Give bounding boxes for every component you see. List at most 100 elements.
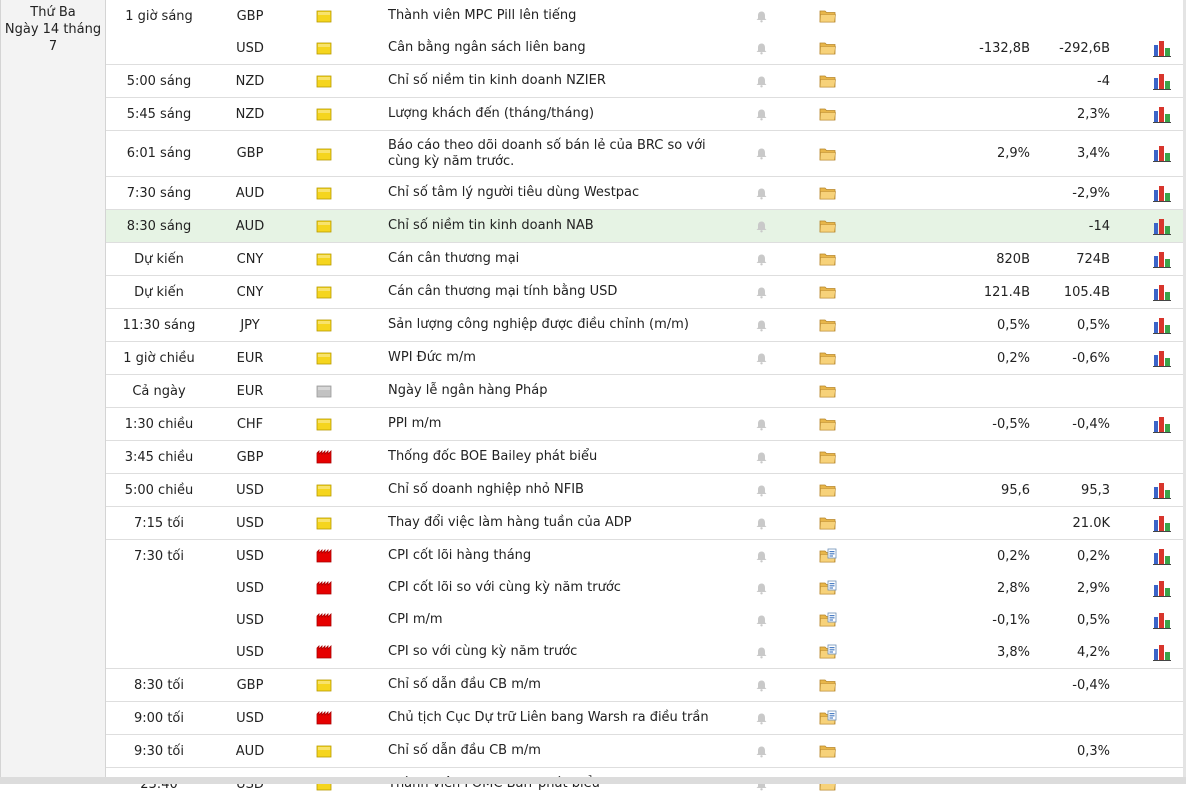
bell-icon[interactable] xyxy=(751,669,771,701)
event-name[interactable]: Lượng khách đến (tháng/tháng) xyxy=(388,98,718,130)
event-name[interactable]: Chủ tịch Cục Dự trữ Liên bang Warsh ra đ… xyxy=(388,702,718,734)
bell-icon[interactable] xyxy=(751,636,771,668)
folder-icon[interactable] xyxy=(818,408,838,440)
bell-icon[interactable] xyxy=(751,32,771,64)
folder-icon[interactable] xyxy=(818,98,838,130)
event-name[interactable]: PPI m/m xyxy=(388,408,718,440)
chart-icon[interactable] xyxy=(1150,32,1174,64)
chart-icon[interactable] xyxy=(1150,210,1174,242)
bell-icon[interactable] xyxy=(751,408,771,440)
folder-icon[interactable] xyxy=(818,177,838,209)
chart-icon[interactable] xyxy=(1150,474,1174,506)
event-name[interactable]: Thành viên FOMC Barr phát biểu xyxy=(388,768,718,800)
event-name[interactable]: Chỉ số doanh nghiệp nhỏ NFIB xyxy=(388,474,718,506)
chart-icon[interactable] xyxy=(1150,572,1174,604)
event-name[interactable]: Sản lượng công nghiệp được điều chỉnh (m… xyxy=(388,309,718,341)
bell-icon[interactable] xyxy=(751,342,771,374)
event-name[interactable]: Thay đổi việc làm hàng tuần của ADP xyxy=(388,507,718,539)
folder-icon[interactable] xyxy=(818,276,838,308)
event-row[interactable]: 7:15 tối USD Thay đổi việc làm hàng tuần c… xyxy=(106,506,1186,539)
chart-icon[interactable] xyxy=(1150,309,1174,341)
event-row[interactable]: 11:30 sáng JPY Sản lượng công nghiệp được … xyxy=(106,308,1186,341)
event-name[interactable]: Chỉ số niềm tin kinh doanh NAB xyxy=(388,210,718,242)
event-row[interactable]: 1 giờ chiều EUR WPI Đức m/m 0,2% -0,6% xyxy=(106,341,1186,374)
event-row[interactable]: 3:45 chiều GBP Thống đốc BOE Bailey phát b… xyxy=(106,440,1186,473)
folder-icon[interactable] xyxy=(818,243,838,275)
chart-icon[interactable] xyxy=(1150,342,1174,374)
bell-icon[interactable] xyxy=(751,572,771,604)
folder-detail-icon[interactable] xyxy=(818,572,838,604)
chart-icon[interactable] xyxy=(1150,98,1174,130)
chart-icon[interactable] xyxy=(1150,636,1174,668)
event-name[interactable]: WPI Đức m/m xyxy=(388,342,718,374)
event-name[interactable]: Cân bằng ngân sách liên bang xyxy=(388,32,718,64)
bell-icon[interactable] xyxy=(751,768,771,800)
bell-icon[interactable] xyxy=(751,276,771,308)
event-row[interactable]: 6:01 sáng GBP Báo cáo theo dõi doanh số bá… xyxy=(106,130,1186,176)
chart-icon[interactable] xyxy=(1150,131,1174,176)
bell-icon[interactable] xyxy=(751,702,771,734)
folder-icon[interactable] xyxy=(818,309,838,341)
event-row[interactable]: USD CPI m/m -0,1% 0,5% xyxy=(106,604,1186,636)
bell-icon[interactable] xyxy=(751,210,771,242)
event-name[interactable]: Báo cáo theo dõi doanh số bán lẻ của BRC… xyxy=(388,131,718,176)
event-name[interactable]: CPI so với cùng kỳ năm trước xyxy=(388,636,718,668)
folder-icon[interactable] xyxy=(818,131,838,176)
bell-icon[interactable] xyxy=(751,604,771,636)
event-row[interactable]: 5:00 sáng NZD Chỉ số niềm tin kinh doanh N… xyxy=(106,64,1186,97)
bell-icon[interactable] xyxy=(751,98,771,130)
chart-icon[interactable] xyxy=(1150,540,1174,572)
folder-icon[interactable] xyxy=(818,342,838,374)
chart-icon[interactable] xyxy=(1150,243,1174,275)
event-name[interactable]: Chỉ số dẫn đầu CB m/m xyxy=(388,669,718,701)
chart-icon[interactable] xyxy=(1150,408,1174,440)
folder-icon[interactable] xyxy=(818,474,838,506)
bell-icon[interactable] xyxy=(751,0,771,32)
folder-icon[interactable] xyxy=(818,210,838,242)
event-row[interactable]: 1 giờ sáng GBP Thành viên MPC Pill lên tiế… xyxy=(106,0,1186,32)
event-name[interactable]: Cán cân thương mại tính bằng USD xyxy=(388,276,718,308)
event-row[interactable]: 7:30 sáng AUD Chỉ số tâm lý người tiêu dùn… xyxy=(106,176,1186,209)
chart-icon[interactable] xyxy=(1150,177,1174,209)
bell-icon[interactable] xyxy=(751,177,771,209)
event-name[interactable]: Cán cân thương mại xyxy=(388,243,718,275)
folder-icon[interactable] xyxy=(818,735,838,767)
folder-detail-icon[interactable] xyxy=(818,636,838,668)
bell-icon[interactable] xyxy=(751,309,771,341)
bell-icon[interactable] xyxy=(751,474,771,506)
event-row[interactable]: Dự kiến CNY Cán cân thương mại 820B 724B xyxy=(106,242,1186,275)
bell-icon[interactable] xyxy=(751,441,771,473)
event-name[interactable]: CPI cốt lõi hàng tháng xyxy=(388,540,718,572)
event-row[interactable]: Cả ngày EUR Ngày lễ ngân hàng Pháp xyxy=(106,374,1186,407)
event-row[interactable]: USD CPI cốt lõi so với cùng kỳ năm trước 2… xyxy=(106,572,1186,604)
folder-detail-icon[interactable] xyxy=(818,702,838,734)
folder-icon[interactable] xyxy=(818,441,838,473)
chart-icon[interactable] xyxy=(1150,604,1174,636)
event-row[interactable]: 5:00 chiều USD Chỉ số doanh nghiệp nhỏ NFI… xyxy=(106,473,1186,506)
folder-icon[interactable] xyxy=(818,32,838,64)
event-name[interactable]: CPI cốt lõi so với cùng kỳ năm trước xyxy=(388,572,718,604)
folder-detail-icon[interactable] xyxy=(818,604,838,636)
bell-icon[interactable] xyxy=(751,507,771,539)
chart-icon[interactable] xyxy=(1150,276,1174,308)
folder-detail-icon[interactable] xyxy=(818,540,838,572)
event-row[interactable]: USD Cân bằng ngân sách liên bang -132,8B -2… xyxy=(106,32,1186,64)
folder-icon[interactable] xyxy=(818,669,838,701)
bell-icon[interactable] xyxy=(751,243,771,275)
event-name[interactable]: CPI m/m xyxy=(388,604,718,636)
event-name[interactable]: Thành viên MPC Pill lên tiếng xyxy=(388,0,718,32)
bell-icon[interactable] xyxy=(751,735,771,767)
event-row[interactable]: USD CPI so với cùng kỳ năm trước 3,8% 4,2% xyxy=(106,636,1186,668)
folder-icon[interactable] xyxy=(818,768,838,800)
folder-icon[interactable] xyxy=(818,0,838,32)
event-row[interactable]: Dự kiến CNY Cán cân thương mại tính bằng U… xyxy=(106,275,1186,308)
event-name[interactable]: Chỉ số dẫn đầu CB m/m xyxy=(388,735,718,767)
folder-icon[interactable] xyxy=(818,65,838,97)
event-name[interactable]: Chỉ số tâm lý người tiêu dùng Westpac xyxy=(388,177,718,209)
folder-icon[interactable] xyxy=(818,375,838,407)
event-row[interactable]: 7:30 tối USD CPI cốt lõi hàng tháng 0,2% 0,2… xyxy=(106,539,1186,572)
chart-icon[interactable] xyxy=(1150,507,1174,539)
event-row[interactable]: 8:30 sáng AUD Chỉ số niềm tin kinh doanh N… xyxy=(106,209,1186,242)
event-row[interactable]: 8:30 tối GBP Chỉ số dẫn đầu CB m/m -0,4% xyxy=(106,668,1186,701)
bell-icon[interactable] xyxy=(751,131,771,176)
